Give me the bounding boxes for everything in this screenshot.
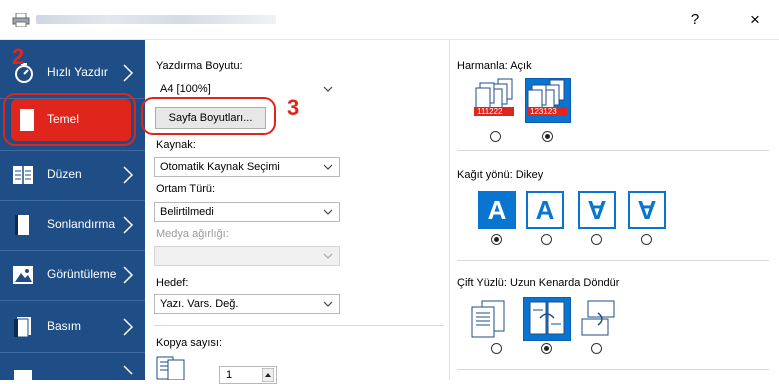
sidebar-item-label: Hızlı Yazdır	[47, 65, 108, 79]
collated-stack-icon: 123123	[527, 79, 567, 116]
duplex-long-edge-radio[interactable]	[541, 343, 552, 354]
help-button[interactable]: ?	[680, 6, 710, 34]
orientation-landscape-option[interactable]: A	[526, 191, 564, 229]
divider	[0, 352, 145, 353]
orientation-landscape-radio[interactable]	[541, 234, 552, 245]
duplex-long-edge-option[interactable]	[523, 297, 571, 341]
divider	[154, 325, 444, 326]
duplex-short-edge-option[interactable]	[578, 297, 620, 339]
chevron-down-icon	[323, 164, 333, 170]
sidebar-item-layout[interactable]: Düzen	[0, 150, 145, 200]
sidebar-item-finishing[interactable]: Sonlandırma	[0, 200, 145, 250]
divider	[457, 150, 769, 151]
panel-divider	[449, 40, 450, 380]
chevron-right-icon	[123, 166, 134, 184]
divider	[457, 369, 769, 370]
chevron-right-icon	[123, 216, 134, 234]
duplex-heading: Çift Yüzlü: Uzun Kenarda Döndür	[457, 277, 620, 289]
close-button[interactable]: ×	[740, 6, 770, 34]
collate-on-radio[interactable]	[542, 131, 553, 142]
page-sizes-button[interactable]: Sayfa Boyutları...	[155, 107, 266, 129]
orientation-portrait-option[interactable]: A	[478, 191, 516, 229]
chevron-down-icon	[323, 301, 333, 307]
media-type-label: Ortam Türü:	[156, 183, 216, 195]
sidebar-item-imaging[interactable]: Görüntüleme	[0, 250, 145, 300]
callout-step-2: 2	[12, 44, 25, 69]
svg-text:111222: 111222	[477, 107, 503, 116]
duplex-short-edge-icon	[581, 300, 615, 336]
chevron-right-icon	[123, 365, 133, 375]
divider	[0, 300, 145, 301]
sidebar-item-label: Düzen	[47, 167, 82, 181]
more-icon	[14, 370, 32, 380]
media-weight-label: Medya ağırlığı:	[156, 228, 229, 240]
chevron-down-icon	[323, 86, 333, 92]
duplex-off-option[interactable]	[468, 297, 510, 339]
image-icon	[13, 266, 33, 284]
chevron-right-icon	[123, 266, 134, 284]
layout-icon	[13, 166, 33, 184]
source-select[interactable]: Otomatik Kaynak Seçimi	[154, 157, 340, 177]
selection-highlight	[3, 93, 136, 146]
simplex-pages-icon	[471, 300, 505, 338]
chevron-right-icon	[123, 318, 134, 336]
publishing-icon	[13, 317, 31, 337]
print-size-select[interactable]: A4 [100%]	[154, 79, 340, 99]
source-label: Kaynak:	[156, 139, 196, 151]
chevron-down-icon	[323, 209, 333, 215]
collate-on-option[interactable]: 123123	[525, 78, 571, 123]
print-size-label: Yazdırma Boyutu:	[156, 60, 243, 72]
divider	[457, 260, 769, 261]
uncollated-stack-icon: 111222	[474, 78, 514, 116]
sidebar-item-more[interactable]	[0, 356, 145, 380]
finishing-icon	[15, 215, 29, 235]
copies-label: Kopya sayısı:	[156, 337, 223, 349]
collate-off-radio[interactable]	[490, 131, 501, 142]
duplex-long-edge-icon	[529, 301, 565, 335]
printer-icon	[12, 13, 30, 27]
title-bar: ? ×	[0, 0, 779, 40]
orientation-portrait-rotated-option[interactable]: A	[578, 191, 616, 229]
orientation-heading: Kağıt yönü: Dikey	[457, 169, 544, 181]
collate-off-option[interactable]: 111222	[472, 78, 518, 123]
duplex-off-radio[interactable]	[491, 343, 502, 354]
sidebar-item-label: Sonlandırma	[47, 217, 116, 231]
collate-heading: Harmanla: Açık	[457, 60, 532, 72]
sidebar-item-label: Basım	[47, 319, 82, 333]
sidebar-item-publishing[interactable]: Basım	[0, 302, 145, 352]
chevron-down-icon	[323, 253, 333, 259]
orientation-landscape-rotated-option[interactable]: A	[628, 191, 666, 229]
orientation-portrait-radio[interactable]	[491, 234, 502, 245]
media-type-select[interactable]: Belirtilmedi	[154, 202, 340, 222]
window-title	[36, 15, 276, 24]
duplex-short-edge-radio[interactable]	[591, 343, 602, 354]
orientation-landscape-rotated-radio[interactable]	[641, 234, 652, 245]
copies-icon	[156, 356, 185, 380]
sidebar-item-label: Görüntüleme	[47, 267, 117, 281]
destination-label: Hedef:	[156, 277, 189, 289]
copies-input[interactable]: 1	[219, 366, 277, 384]
orientation-portrait-rotated-radio[interactable]	[591, 234, 602, 245]
destination-select[interactable]: Yazı. Vars. Değ.	[154, 294, 340, 314]
media-weight-select	[154, 246, 340, 266]
chevron-right-icon	[123, 64, 134, 82]
svg-text:123123: 123123	[530, 107, 557, 116]
